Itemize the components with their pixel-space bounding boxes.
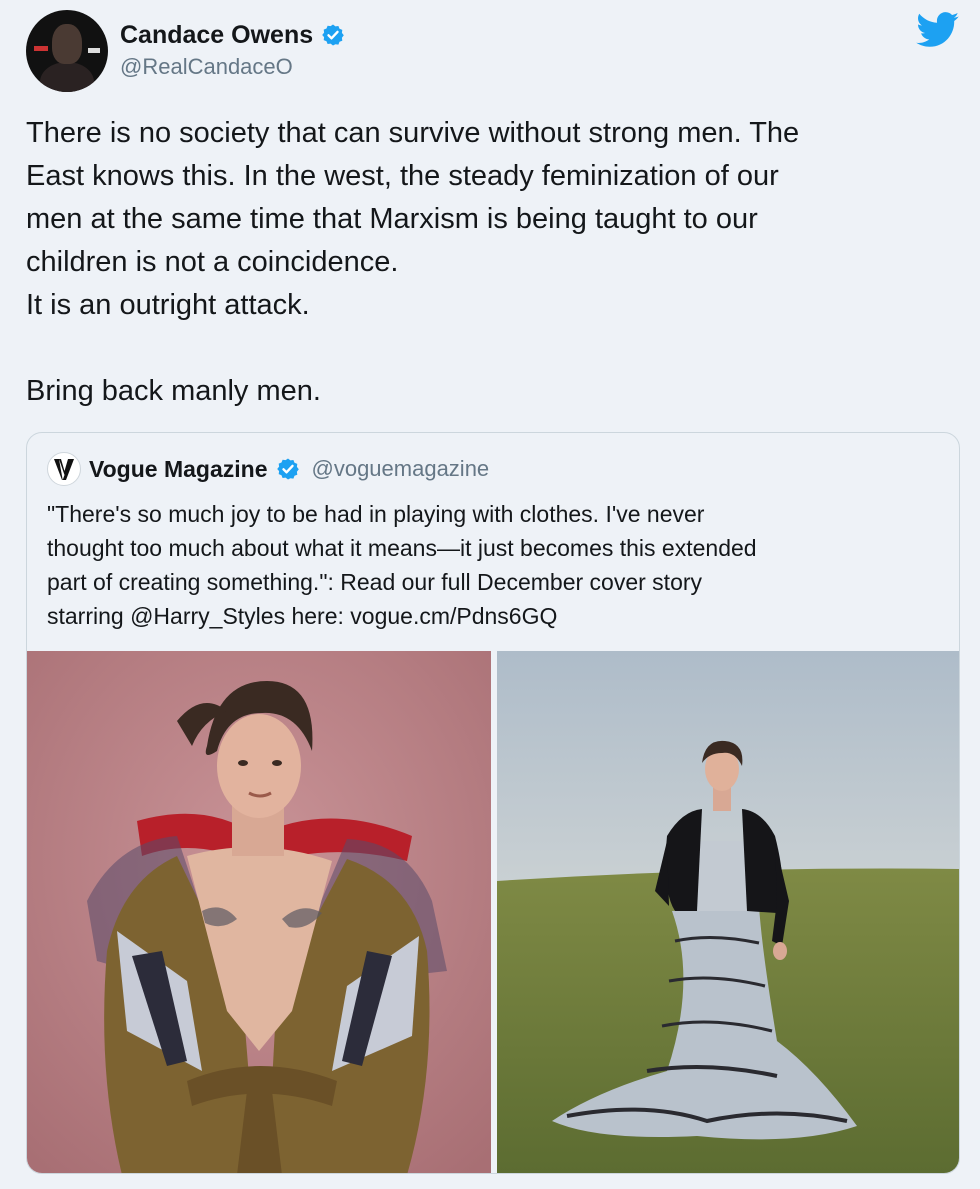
photo-field-gown-icon <box>497 651 959 1173</box>
avatar-decoration <box>88 48 100 53</box>
quoted-author-name[interactable]: Vogue Magazine <box>89 456 268 483</box>
tweet-card: Candace Owens @RealCandaceO There is no … <box>0 0 980 1189</box>
quoted-text-line: "There's so much joy to be had in playin… <box>47 501 705 527</box>
quoted-text-line: starring @Harry_Styles here: vogue.cm/Pd… <box>47 603 558 629</box>
tweet-text-line: There is no society that can survive wit… <box>26 117 800 149</box>
author-name-row: Candace Owens <box>120 18 345 52</box>
verified-badge-icon <box>322 24 344 46</box>
tweet-text-line: Bring back manly men. <box>26 375 321 407</box>
quoted-tweet[interactable]: Vogue Magazine @voguemagazine "There's s… <box>26 432 960 1174</box>
media-photo-left[interactable] <box>27 651 491 1173</box>
tweet-text-line: children is not a coincidence. <box>26 246 399 278</box>
twitter-bird-icon[interactable] <box>916 12 960 48</box>
avatar-shoulders <box>40 62 94 92</box>
author-display-name[interactable]: Candace Owens <box>120 21 313 50</box>
media-grid <box>27 651 959 1173</box>
quoted-tweet-text: "There's so much joy to be had in playin… <box>47 497 947 633</box>
verified-badge-icon <box>276 458 299 480</box>
tweet-text: There is no society that can survive wit… <box>26 112 956 413</box>
photo-portrait-coat-icon <box>27 651 491 1173</box>
tweet-text-line: It is an outright attack. <box>26 289 310 321</box>
avatar[interactable] <box>26 10 108 92</box>
quoted-text-line: thought too much about what it means—it … <box>47 535 757 561</box>
quoted-author-handle[interactable]: @voguemagazine <box>312 456 490 482</box>
tweet-text-line: men at the same time that Marxism is bei… <box>26 203 758 235</box>
avatar-decoration <box>34 46 48 51</box>
author-handle[interactable]: @RealCandaceO <box>120 54 293 80</box>
vogue-logo-icon[interactable] <box>47 452 81 486</box>
media-photo-right[interactable] <box>497 651 959 1173</box>
avatar-face <box>52 24 82 64</box>
quoted-tweet-header: Vogue Magazine @voguemagazine <box>47 451 489 487</box>
vogue-v-logo-icon <box>54 459 74 480</box>
quoted-text-line: part of creating something.": Read our f… <box>47 569 703 595</box>
tweet-text-line: East knows this. In the west, the steady… <box>26 160 779 192</box>
